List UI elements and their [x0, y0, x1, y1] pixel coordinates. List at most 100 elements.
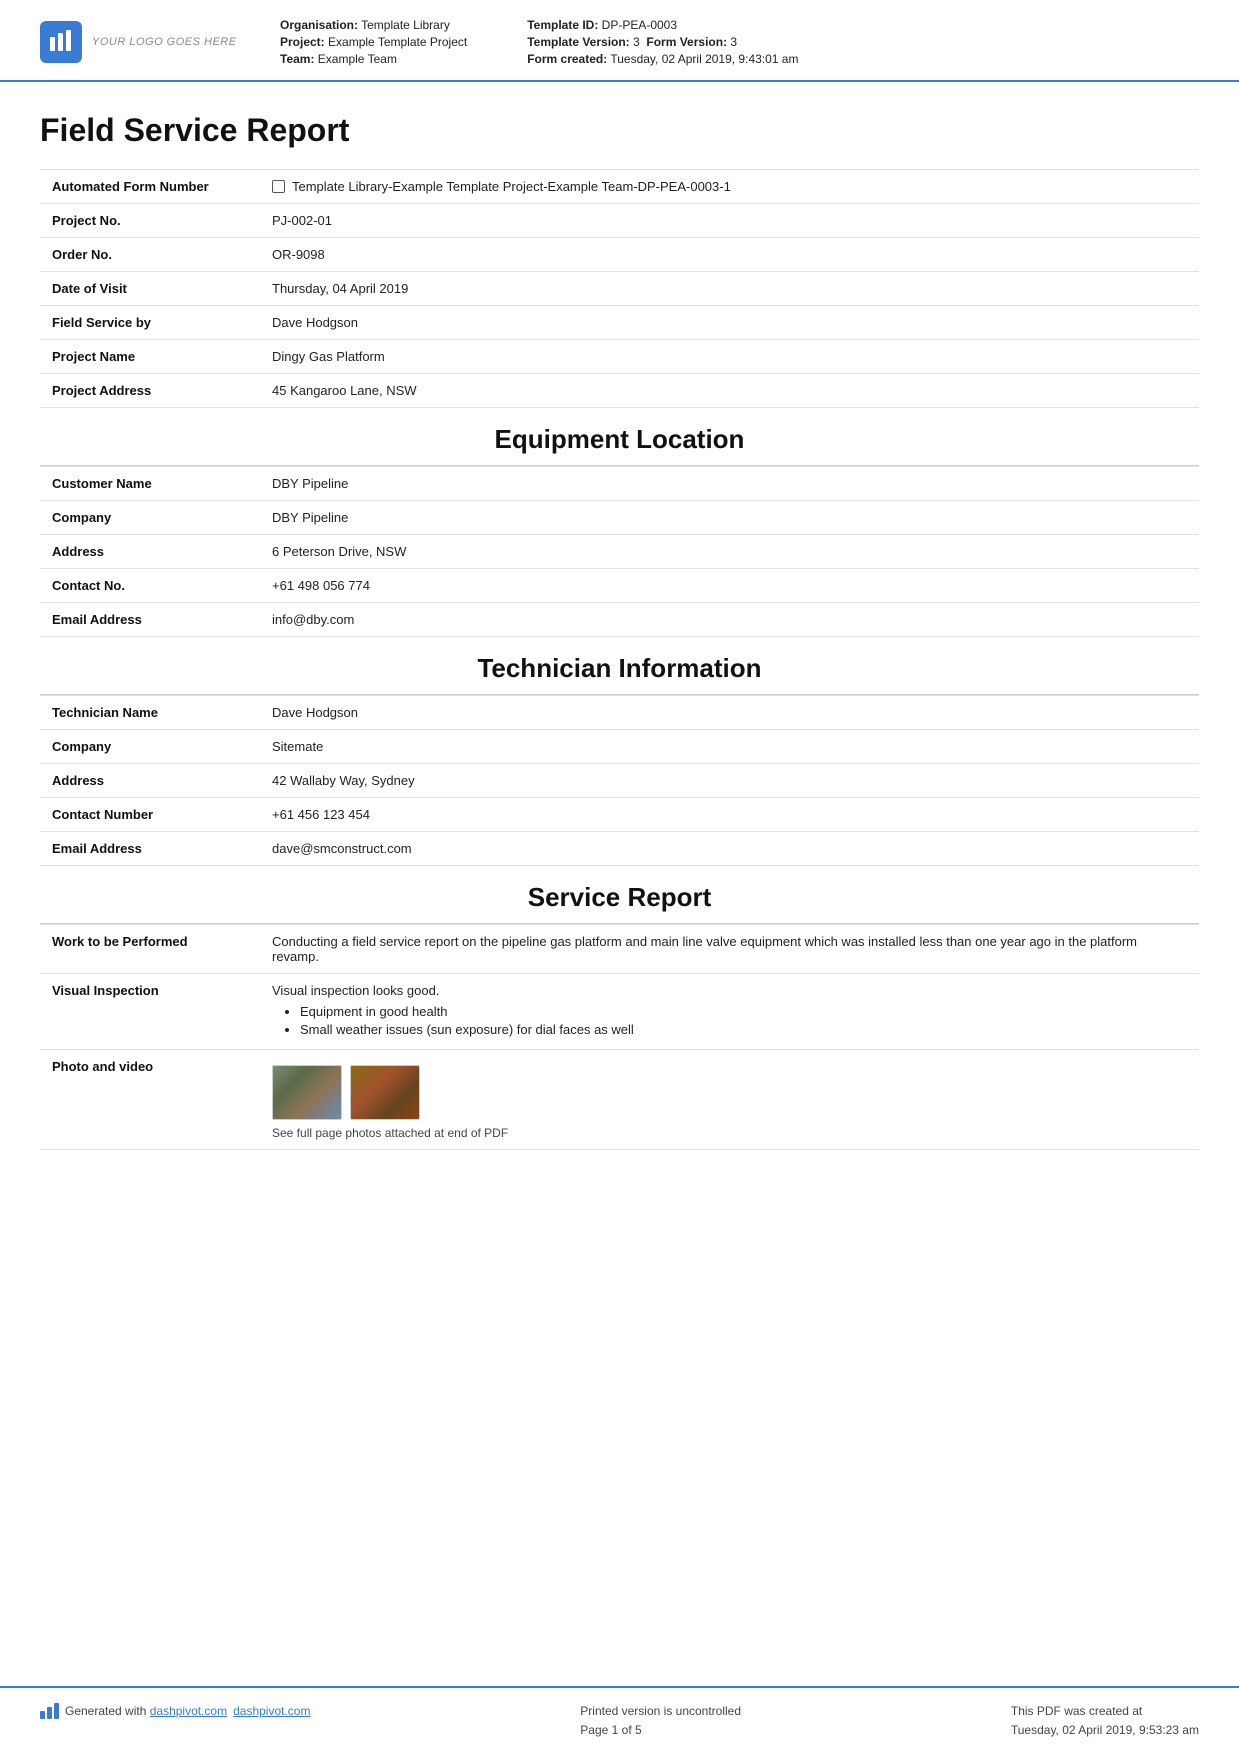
- field-value: DBY Pipeline: [260, 467, 1199, 501]
- table-row: Company Sitemate: [40, 730, 1199, 764]
- header-meta: Organisation: Template Library Project: …: [280, 18, 1199, 66]
- field-label: Email Address: [40, 832, 260, 866]
- technician-info-header: Technician Information: [40, 637, 1199, 694]
- footer-bar-1: [40, 1711, 45, 1719]
- field-label: Project Address: [40, 374, 260, 408]
- technician-info-table: Technician Name Dave Hodgson Company Sit…: [40, 695, 1199, 866]
- field-value: 6 Peterson Drive, NSW: [260, 535, 1199, 569]
- table-row: Address 6 Peterson Drive, NSW: [40, 535, 1199, 569]
- service-report-header: Service Report: [40, 866, 1199, 923]
- logo-svg: [48, 29, 74, 55]
- visual-inspection-list: Equipment in good health Small weather i…: [300, 1004, 1187, 1037]
- field-label: Project Name: [40, 340, 260, 374]
- field-label: Address: [40, 764, 260, 798]
- table-row: Visual Inspection Visual inspection look…: [40, 974, 1199, 1050]
- field-label: Contact No.: [40, 569, 260, 603]
- equipment-location-table: Customer Name DBY Pipeline Company DBY P…: [40, 466, 1199, 637]
- dashpivot-link[interactable]: dashpivot.com: [150, 1704, 227, 1718]
- logo-text: YOUR LOGO GOES HERE: [92, 36, 237, 48]
- field-value: 45 Kangaroo Lane, NSW: [260, 374, 1199, 408]
- field-value: Conducting a field service report on the…: [260, 925, 1199, 974]
- table-row: Email Address dave@smconstruct.com: [40, 832, 1199, 866]
- photo-row: [272, 1065, 1187, 1120]
- checkbox-icon: [272, 180, 285, 193]
- footer-pdf-created: This PDF was created at Tuesday, 02 Apri…: [1011, 1702, 1199, 1740]
- field-value: Sitemate: [260, 730, 1199, 764]
- table-row: Date of Visit Thursday, 04 April 2019: [40, 272, 1199, 306]
- service-report-title: Service Report: [40, 882, 1199, 913]
- field-label: Contact Number: [40, 798, 260, 832]
- field-label: Company: [40, 501, 260, 535]
- table-row: Automated Form Number Template Library-E…: [40, 170, 1199, 204]
- field-label: Technician Name: [40, 696, 260, 730]
- organisation-line: Organisation: Template Library: [280, 18, 467, 32]
- team-line: Team: Example Team: [280, 52, 467, 66]
- field-value: +61 498 056 774: [260, 569, 1199, 603]
- equipment-location-title: Equipment Location: [40, 424, 1199, 455]
- field-label: Customer Name: [40, 467, 260, 501]
- field-value: dave@smconstruct.com: [260, 832, 1199, 866]
- logo-area: YOUR LOGO GOES HERE: [40, 21, 240, 63]
- field-label: Photo and video: [40, 1050, 260, 1150]
- field-label: Automated Form Number: [40, 170, 260, 204]
- generated-text: Generated with dashpivot.com: [65, 1702, 227, 1721]
- automated-form-value: Template Library-Example Template Projec…: [272, 179, 1187, 194]
- field-label: Order No.: [40, 238, 260, 272]
- table-row: Customer Name DBY Pipeline: [40, 467, 1199, 501]
- pdf-created-text: This PDF was created at: [1011, 1702, 1199, 1721]
- field-label: Visual Inspection: [40, 974, 260, 1050]
- table-row: Contact Number +61 456 123 454: [40, 798, 1199, 832]
- field-label: Email Address: [40, 603, 260, 637]
- footer: Generated with dashpivot.comdashpivot.co…: [0, 1686, 1239, 1754]
- field-value: +61 456 123 454: [260, 798, 1199, 832]
- technician-info-title: Technician Information: [40, 653, 1199, 684]
- footer-printed: Printed version is uncontrolled Page 1 o…: [580, 1702, 741, 1740]
- field-value: Template Library-Example Template Projec…: [260, 170, 1199, 204]
- table-row: Address 42 Wallaby Way, Sydney: [40, 764, 1199, 798]
- photo-thumbnail-2: [350, 1065, 420, 1120]
- field-value: info@dby.com: [260, 603, 1199, 637]
- photo-caption: See full page photos attached at end of …: [272, 1126, 1187, 1140]
- table-row: Company DBY Pipeline: [40, 501, 1199, 535]
- field-value: DBY Pipeline: [260, 501, 1199, 535]
- list-item: Equipment in good health: [300, 1004, 1187, 1019]
- form-fields-table: Automated Form Number Template Library-E…: [40, 169, 1199, 408]
- field-value: Dave Hodgson: [260, 306, 1199, 340]
- dashpivot-link[interactable]: dashpivot.com: [233, 1702, 310, 1721]
- logo-icon: [40, 21, 82, 63]
- field-label: Field Service by: [40, 306, 260, 340]
- table-row: Technician Name Dave Hodgson: [40, 696, 1199, 730]
- header: YOUR LOGO GOES HERE Organisation: Templa…: [0, 0, 1239, 82]
- header-meta-left: Organisation: Template Library Project: …: [280, 18, 467, 66]
- footer-logo: Generated with dashpivot.comdashpivot.co…: [40, 1702, 310, 1721]
- field-value: OR-9098: [260, 238, 1199, 272]
- printed-text: Printed version is uncontrolled: [580, 1702, 741, 1721]
- table-row: Email Address info@dby.com: [40, 603, 1199, 637]
- project-line: Project: Example Template Project: [280, 35, 467, 49]
- table-row: Contact No. +61 498 056 774: [40, 569, 1199, 603]
- field-value: Dave Hodgson: [260, 696, 1199, 730]
- table-row: Project Name Dingy Gas Platform: [40, 340, 1199, 374]
- field-value: 42 Wallaby Way, Sydney: [260, 764, 1199, 798]
- field-value: See full page photos attached at end of …: [260, 1050, 1199, 1150]
- table-row: Project Address 45 Kangaroo Lane, NSW: [40, 374, 1199, 408]
- field-value: Thursday, 04 April 2019: [260, 272, 1199, 306]
- footer-bar-3: [54, 1703, 59, 1719]
- main-content: Field Service Report Automated Form Numb…: [0, 82, 1239, 1686]
- footer-bars-icon: [40, 1703, 59, 1719]
- page-text: Page 1 of 5: [580, 1721, 741, 1740]
- field-label: Date of Visit: [40, 272, 260, 306]
- field-label: Company: [40, 730, 260, 764]
- field-label: Work to be Performed: [40, 925, 260, 974]
- table-row: Photo and video See full page photos att…: [40, 1050, 1199, 1150]
- field-label: Project No.: [40, 204, 260, 238]
- service-report-table: Work to be Performed Conducting a field …: [40, 924, 1199, 1150]
- field-value: PJ-002-01: [260, 204, 1199, 238]
- equipment-location-header: Equipment Location: [40, 408, 1199, 465]
- field-value: Dingy Gas Platform: [260, 340, 1199, 374]
- header-meta-right: Template ID: DP-PEA-0003 Template Versio…: [527, 18, 798, 66]
- field-label: Address: [40, 535, 260, 569]
- page-title: Field Service Report: [40, 112, 1199, 149]
- list-item: Small weather issues (sun exposure) for …: [300, 1022, 1187, 1037]
- table-row: Project No. PJ-002-01: [40, 204, 1199, 238]
